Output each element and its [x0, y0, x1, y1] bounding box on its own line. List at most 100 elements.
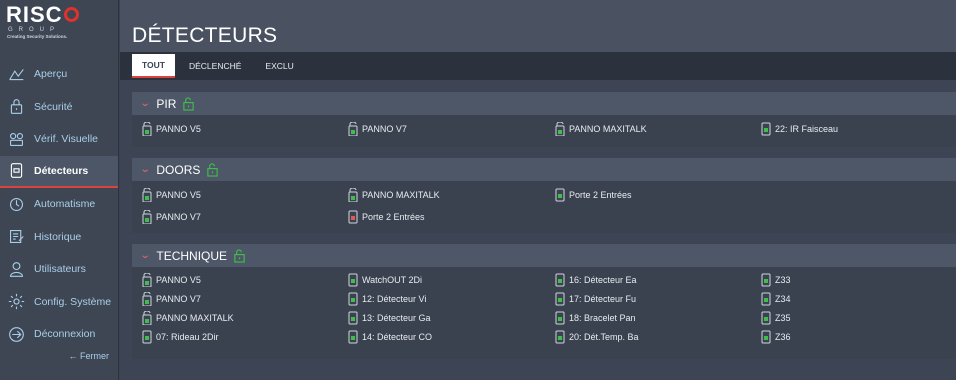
- detector-name: 20: Dét.Temp. Ba: [569, 331, 639, 342]
- detector-bypass-icon: [141, 187, 153, 202]
- detector-ok-icon: [760, 122, 772, 136]
- detector-item[interactable]: 22: IR Faisceau: [760, 119, 838, 138]
- sidebar-item-verif-visuelle[interactable]: Vérif. Visuelle: [0, 123, 118, 156]
- sidebar-item-deconnexion[interactable]: Déconnexion: [0, 318, 118, 351]
- sidebar-item-label: Aperçu: [34, 68, 68, 81]
- section-doors: ⌄ DOORS PANNO V5 PANNO MAXITALK Porte 2 …: [132, 158, 956, 233]
- detector-bypass-icon: [141, 272, 153, 287]
- detector-item[interactable]: 13: Détecteur Ga: [347, 308, 431, 327]
- camera-icon: [7, 130, 26, 149]
- sidebar-item-config-systeme[interactable]: Config. Système: [0, 286, 118, 319]
- detector-icon: [7, 161, 26, 180]
- detector-bypass-icon: [141, 121, 153, 136]
- page-title: DÉTECTEURS: [120, 0, 956, 52]
- detector-ok-icon: [347, 292, 359, 306]
- detector-name: 13: Détecteur Ga: [362, 312, 431, 323]
- detector-name: PANNO V5: [156, 189, 201, 200]
- detector-ok-icon: [554, 273, 566, 287]
- detector-ok-icon: [760, 330, 772, 344]
- detector-item[interactable]: PANNO V5: [141, 119, 201, 138]
- detector-name: PANNO V5: [156, 274, 201, 285]
- sidebar-item-apercu[interactable]: Aperçu: [0, 58, 118, 91]
- detector-item[interactable]: Z34: [760, 289, 791, 308]
- sidebar-item-label: Détecteurs: [34, 164, 89, 177]
- detector-item[interactable]: Porte 2 Entrées: [554, 185, 632, 204]
- tab-declenche[interactable]: DÉCLENCHÉ: [179, 55, 251, 77]
- detector-ok-icon: [347, 330, 359, 344]
- detector-name: 16: Détecteur Ea: [569, 274, 637, 285]
- section-title: PIR: [156, 96, 177, 111]
- detector-item[interactable]: PANNO V7: [347, 119, 407, 138]
- sidebar-item-detecteurs[interactable]: Détecteurs: [0, 155, 118, 188]
- detector-bypass-icon: [141, 209, 153, 224]
- detector-item[interactable]: PANNO V5: [141, 270, 201, 289]
- logo-tagline: Creating Security Solutions.: [7, 34, 68, 39]
- detector-item[interactable]: PANNO V5: [141, 185, 201, 204]
- detector-ok-icon: [347, 273, 359, 287]
- logout-icon: [7, 325, 26, 344]
- detector-bypass-icon: [141, 310, 153, 325]
- close-sidebar-link[interactable]: ← Fermer: [0, 351, 119, 361]
- detector-item[interactable]: PANNO MAXITALK: [141, 308, 234, 327]
- automation-icon: [7, 195, 26, 214]
- tab-tout[interactable]: TOUT: [132, 54, 175, 78]
- detector-item[interactable]: Z35: [760, 308, 791, 327]
- detector-ok-icon: [554, 311, 566, 325]
- detector-item[interactable]: PANNO V7: [141, 207, 201, 226]
- detector-name: 17: Détecteur Fu: [569, 293, 637, 304]
- detector-item[interactable]: 18: Bracelet Pan: [554, 308, 636, 327]
- section-header-technique[interactable]: ⌄ TECHNIQUE: [132, 244, 956, 267]
- detector-item[interactable]: 14: Détecteur CO: [347, 327, 432, 346]
- detector-item[interactable]: PANNO MAXITALK: [554, 119, 647, 138]
- detector-name: Z36: [775, 331, 791, 342]
- sidebar-item-label: Vérif. Visuelle: [34, 133, 99, 146]
- section-body-technique: PANNO V5 WatchOUT 2Di 16: Détecteur Ea Z…: [132, 267, 956, 359]
- gear-icon: [7, 292, 26, 311]
- sidebar-nav: Aperçu Sécurité Vérif. Visuelle Détecteu…: [0, 58, 118, 351]
- detector-item[interactable]: PANNO MAXITALK: [347, 185, 440, 204]
- detector-item[interactable]: 12: Détecteur Vi: [347, 289, 426, 308]
- detector-item[interactable]: 16: Détecteur Ea: [554, 270, 637, 289]
- logo-group: GROUP: [8, 27, 61, 33]
- section-header-pir[interactable]: ⌄ PIR: [132, 92, 956, 115]
- detector-name: PANNO MAXITALK: [156, 312, 234, 323]
- detector-name: 14: Détecteur CO: [362, 331, 433, 342]
- user-icon: [7, 260, 26, 279]
- detector-item[interactable]: PANNO V7: [141, 289, 201, 308]
- detector-item[interactable]: Z33: [760, 270, 791, 289]
- sidebar-item-historique[interactable]: Historique: [0, 221, 118, 254]
- detector-name: PANNO V7: [156, 211, 201, 222]
- history-icon: [7, 227, 26, 246]
- section-pir: ⌄ PIR PANNO V5 PANNO V7 PANNO MAXITALK 2…: [132, 92, 956, 147]
- detector-ok-icon: [760, 311, 772, 325]
- security-lock-icon: [7, 97, 26, 116]
- main-content: DÉTECTEURS TOUT DÉCLENCHÉ EXCLU ⌄ PIR PA…: [120, 0, 956, 380]
- sidebar-item-automatisme[interactable]: Automatisme: [0, 188, 118, 221]
- detector-item[interactable]: 07: Rideau 2Dir: [141, 327, 219, 346]
- detector-name: WatchOUT 2Di: [362, 274, 423, 285]
- detector-name: PANNO V5: [156, 123, 201, 134]
- detector-name: PANNO MAXITALK: [569, 123, 647, 134]
- unlocked-icon[interactable]: [182, 96, 195, 111]
- section-header-doors[interactable]: ⌄ DOORS: [132, 158, 956, 181]
- detector-name: Z33: [775, 274, 791, 285]
- detector-ok-icon: [554, 188, 566, 202]
- tab-exclu[interactable]: EXCLU: [255, 55, 303, 77]
- chevron-down-icon: ⌄: [139, 164, 151, 175]
- sidebar-item-utilisateurs[interactable]: Utilisateurs: [0, 253, 118, 286]
- sidebar-item-label: Automatisme: [34, 198, 96, 211]
- unlocked-icon[interactable]: [206, 162, 219, 177]
- detector-name: PANNO MAXITALK: [362, 189, 440, 200]
- detector-ok-icon: [554, 330, 566, 344]
- sidebar-item-securite[interactable]: Sécurité: [0, 91, 118, 124]
- detector-item[interactable]: WatchOUT 2Di: [347, 270, 422, 289]
- unlocked-icon[interactable]: [233, 248, 246, 263]
- chevron-down-icon: ⌄: [139, 98, 151, 109]
- detector-item[interactable]: Porte 2 Entrées: [347, 207, 425, 226]
- detector-ok-icon: [141, 330, 153, 344]
- detector-item[interactable]: 20: Dét.Temp. Ba: [554, 327, 639, 346]
- section-body-pir: PANNO V5 PANNO V7 PANNO MAXITALK 22: IR …: [132, 115, 956, 147]
- detector-item[interactable]: 17: Détecteur Fu: [554, 289, 636, 308]
- section-technique: ⌄ TECHNIQUE PANNO V5 WatchOUT 2Di 16: Dé…: [132, 244, 956, 359]
- detector-item[interactable]: Z36: [760, 327, 791, 346]
